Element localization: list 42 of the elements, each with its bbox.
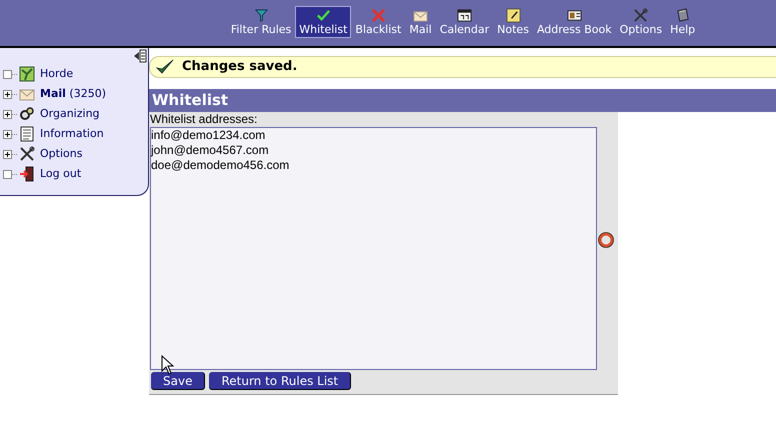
sidebar-link[interactable]: Organizing bbox=[40, 106, 100, 122]
toolbar-button[interactable]: Address Book bbox=[532, 6, 616, 38]
expand-icon[interactable] bbox=[3, 150, 17, 158]
cross-icon bbox=[370, 8, 386, 22]
expand-icon[interactable] bbox=[3, 90, 17, 98]
toolbar-button[interactable]: Mail bbox=[405, 6, 436, 38]
expand-icon[interactable] bbox=[3, 110, 17, 118]
toolbar-button[interactable]: Whitelist bbox=[295, 6, 352, 38]
notepad-icon bbox=[506, 8, 521, 22]
toolbar-button[interactable]: Help bbox=[666, 6, 700, 38]
toolbar-button[interactable]: Blacklist bbox=[351, 6, 406, 38]
address-card-icon bbox=[566, 8, 582, 22]
calendar-icon bbox=[456, 8, 472, 22]
funnel-icon bbox=[254, 8, 269, 22]
collapse-icon[interactable] bbox=[133, 49, 147, 63]
document-icon bbox=[19, 126, 35, 142]
toolbar-button[interactable]: Notes bbox=[493, 6, 533, 38]
checkmark-icon bbox=[316, 8, 331, 22]
toolbar-button[interactable]: Filter Rules bbox=[226, 6, 296, 38]
sidebar-link[interactable]: Log out bbox=[40, 166, 82, 182]
sidebar-link[interactable]: Information bbox=[40, 126, 104, 142]
expand-icon[interactable] bbox=[3, 130, 17, 138]
address-line: john@demo4567.com bbox=[151, 143, 270, 158]
tools-icon bbox=[19, 146, 35, 162]
sidebar-link[interactable]: Horde bbox=[40, 66, 74, 82]
addresses-textarea[interactable]: info@demo1234.com john@demo4567.com doe@demodemo456.com bbox=[150, 127, 597, 370]
checkmark-icon bbox=[156, 59, 174, 75]
toolbar-button[interactable]: Calendar bbox=[436, 6, 494, 38]
notification-text: Changes saved. bbox=[182, 58, 298, 76]
section-header: Whitelist bbox=[149, 89, 776, 112]
door-icon bbox=[19, 166, 35, 182]
address-line: doe@demodemo456.com bbox=[151, 158, 290, 173]
address-line: info@demo1234.com bbox=[151, 128, 266, 143]
sidebar-link[interactable]: Options bbox=[40, 146, 82, 162]
form-button[interactable]: Save bbox=[151, 372, 206, 390]
form-button[interactable]: Return to Rules List bbox=[209, 372, 352, 390]
lifebuoy-icon[interactable] bbox=[598, 232, 614, 248]
field-label: Whitelist addresses: bbox=[150, 112, 258, 127]
toolbar-button[interactable]: Options bbox=[616, 6, 666, 38]
tools-icon bbox=[633, 8, 648, 22]
sidebar-link[interactable]: Mail (3250) bbox=[40, 86, 106, 102]
mouse-pointer-icon bbox=[161, 355, 174, 375]
